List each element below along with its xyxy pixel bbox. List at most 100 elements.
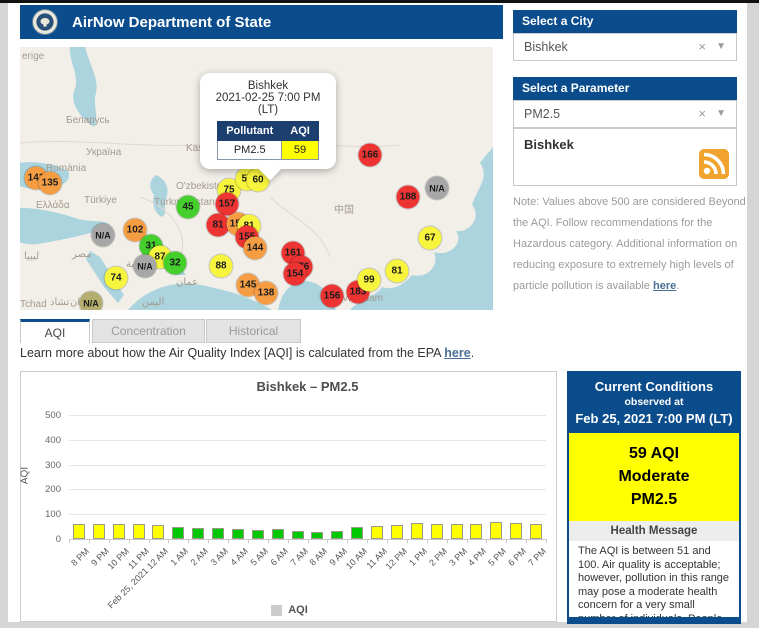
chart-x-tick — [327, 539, 329, 543]
chart-bar[interactable] — [450, 524, 463, 539]
aqi-marker[interactable]: 67 — [418, 226, 442, 250]
rss-icon[interactable] — [699, 149, 729, 179]
clear-icon[interactable]: × — [698, 101, 706, 127]
city-select[interactable]: Bishkek × ▼ — [513, 33, 737, 61]
popup-pollutant-value: PM2.5 — [217, 140, 283, 160]
chart-x-tick-label: 3 PM — [446, 546, 469, 568]
chart-x-tick — [426, 539, 428, 543]
chart-x-tick — [387, 539, 388, 543]
note-text: Note: Values above 500 are considered Be… — [513, 196, 746, 292]
aqi-marker[interactable]: 166 — [358, 143, 382, 167]
chart-x-tick — [367, 539, 369, 543]
aqi-marker[interactable]: 138 — [254, 281, 278, 305]
chevron-down-icon[interactable]: ▼ — [716, 34, 726, 60]
current-conditions-header: Current Conditions observed at Feb 25, 2… — [569, 373, 739, 433]
chart-x-tick — [88, 539, 90, 543]
chart-x-tick-label: 3 AM — [208, 546, 231, 568]
popup-aqi-header: AQI — [281, 121, 319, 141]
aqi-marker[interactable]: N/A — [79, 291, 103, 310]
app-title: AirNow Department of State — [72, 13, 272, 31]
app-header: AirNow Department of State — [20, 5, 503, 39]
chart-gridline — [69, 464, 546, 466]
here-link[interactable]: here — [444, 346, 470, 360]
chart-bar[interactable] — [72, 524, 85, 539]
aqi-marker[interactable]: 45 — [176, 195, 200, 219]
chart-x-tick — [486, 539, 488, 543]
chart-bar[interactable] — [132, 524, 145, 539]
tab-aqi[interactable]: AQI — [20, 319, 90, 343]
chart-y-tick-label: 400 — [45, 434, 61, 446]
note-suffix: . — [676, 280, 680, 292]
parameter-select[interactable]: PM2.5 × ▼ — [513, 100, 737, 128]
chart-bar[interactable] — [371, 526, 384, 539]
legend-label: AQI — [288, 604, 308, 616]
aqi-marker[interactable]: 144 — [243, 236, 267, 260]
chart-gridline — [69, 439, 546, 441]
chevron-down-icon[interactable]: ▼ — [716, 101, 726, 127]
chart-bar[interactable] — [291, 531, 304, 539]
feed-city-label: Bishkek — [524, 137, 574, 152]
tab-historical[interactable]: Historical — [206, 319, 301, 343]
chart-bar[interactable] — [490, 522, 503, 539]
aqi-marker[interactable]: 74 — [104, 266, 128, 290]
current-conditions-panel: Current Conditions observed at Feb 25, 2… — [567, 371, 741, 624]
chart-y-tick-label: 200 — [45, 484, 61, 496]
chart-x-tick-label: 10 AM — [344, 546, 370, 572]
chart-bar[interactable] — [152, 525, 165, 539]
chart-x-tick-label: 7 AM — [288, 546, 310, 568]
map-country-label: تشاد — [50, 297, 70, 308]
chart-x-tick — [466, 539, 468, 543]
chart-bar[interactable] — [271, 529, 284, 539]
map-country-label: Беларусь — [66, 115, 110, 126]
chart-x-tick-label: 5 AM — [248, 546, 270, 568]
aqi-marker[interactable]: 135 — [38, 171, 62, 195]
tab-concentration[interactable]: Concentration — [92, 319, 205, 343]
chart-x-tick — [188, 539, 190, 543]
popup-table: Pollutant AQI PM2.5 59 — [217, 121, 319, 160]
chart-bar[interactable] — [470, 524, 483, 539]
chart-x-tick — [128, 539, 130, 543]
aqi-marker[interactable]: N/A — [425, 176, 449, 200]
aqi-marker[interactable]: 154 — [283, 262, 307, 286]
chart-bar[interactable] — [311, 532, 324, 539]
here-link[interactable]: here — [653, 280, 676, 292]
epa-suffix: . — [470, 346, 475, 360]
chart-bar[interactable] — [510, 523, 523, 539]
chart-x-tick — [267, 539, 269, 543]
chart-bar[interactable] — [192, 528, 205, 539]
aqi-status-box: 59 AQI Moderate PM2.5 — [569, 433, 739, 521]
chart-x-tick-label: 2 AM — [188, 546, 211, 568]
chart-bar[interactable] — [530, 524, 543, 539]
chart-y-tick-label: 300 — [45, 459, 61, 471]
clear-icon[interactable]: × — [698, 34, 706, 60]
chart-bar[interactable] — [430, 524, 443, 539]
aqi-marker[interactable]: 81 — [385, 259, 409, 283]
chart-x-tick — [208, 539, 210, 543]
chart-bar[interactable] — [410, 523, 423, 539]
chart-bar[interactable] — [390, 525, 403, 539]
chart-bar[interactable] — [212, 528, 225, 539]
chart-bar[interactable] — [172, 527, 185, 539]
aqi-marker[interactable]: 99 — [357, 268, 381, 292]
chart-bar[interactable] — [251, 530, 264, 539]
aqi-marker[interactable]: N/A — [91, 223, 115, 247]
chart-x-tick-label: 6 AM — [268, 546, 290, 568]
aqi-marker[interactable]: 156 — [320, 284, 344, 308]
chart-bar[interactable] — [92, 524, 105, 539]
chart-bar[interactable] — [331, 531, 344, 539]
chart-y-tick-label: 0 — [55, 534, 61, 545]
aqi-marker[interactable]: 32 — [163, 251, 187, 275]
aqi-marker[interactable]: 188 — [396, 185, 420, 209]
chart-x-tick — [287, 539, 289, 543]
chart-bar[interactable] — [112, 524, 125, 539]
chart-y-tick-label: 500 — [45, 410, 61, 421]
chart-bar[interactable] — [231, 529, 244, 539]
aqi-marker[interactable]: N/A — [133, 254, 157, 278]
aqi-marker[interactable]: 88 — [209, 254, 233, 278]
chart-gridline — [69, 489, 546, 491]
aqi-chart-panel: Bishkek – PM2.5 AQI 0 100 200 300 400 500 8 PM… — [20, 371, 557, 622]
aqi-map[interactable]: erige Беларусь Україна Romània Türkiye Ελλάδα… — [20, 47, 493, 310]
beyond-aqi-note: Note: Values above 500 are considered Be… — [513, 192, 751, 297]
map-country-label: مصر — [72, 249, 92, 260]
chart-bar[interactable] — [351, 527, 364, 539]
